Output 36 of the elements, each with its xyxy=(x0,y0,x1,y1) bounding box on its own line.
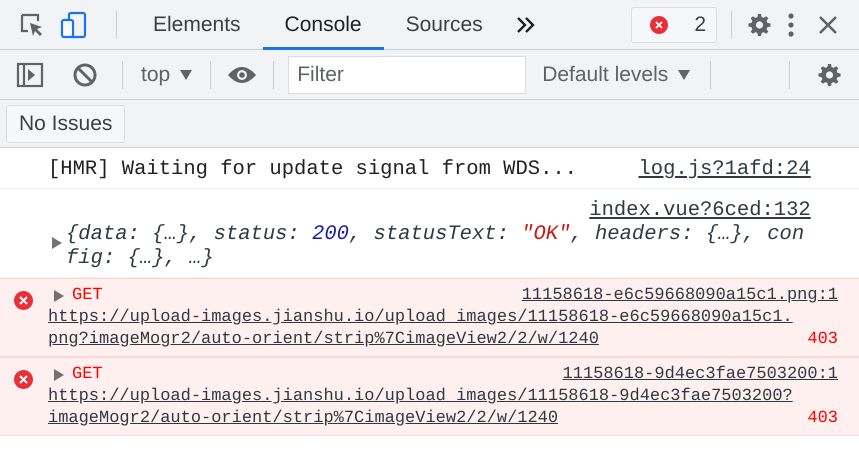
error-count-button[interactable]: 2 xyxy=(631,6,717,42)
caret-icon[interactable] xyxy=(180,70,192,80)
expand-triangle-icon[interactable] xyxy=(54,290,64,302)
filter-field[interactable]: Filter xyxy=(288,56,526,94)
caret-icon[interactable] xyxy=(678,70,690,80)
url-link[interactable]: https://upload-images.jianshu.io/upload_images/11158618-e6c59668090a15c1.png?imageMogr2/auto-orient/strip%7CimageView2/2/w/1240 xyxy=(48,307,796,351)
device-icon[interactable] xyxy=(60,10,88,38)
eye-icon[interactable] xyxy=(227,64,258,84)
error-icon[interactable] xyxy=(14,370,33,389)
sidebar-icon[interactable] xyxy=(16,62,44,88)
expand-triangle-icon[interactable] xyxy=(52,237,62,249)
more-icon[interactable] xyxy=(787,12,795,38)
tab[interactable]: Elements xyxy=(131,0,263,50)
context-dropdown[interactable]: top xyxy=(137,62,196,86)
error-icon[interactable] xyxy=(14,291,33,310)
expand-triangle-icon[interactable] xyxy=(54,369,64,381)
log-text: [HMR] Waiting for update signal from WDS... xyxy=(48,158,577,182)
status-code: 403 xyxy=(807,329,838,351)
source-link[interactable]: log.js?1afd:24 xyxy=(638,158,811,182)
settings-icon[interactable] xyxy=(746,12,773,38)
levels-dropdown[interactable]: Default levels xyxy=(538,62,694,86)
block-icon[interactable] xyxy=(72,62,98,88)
tab[interactable]: Sources xyxy=(384,0,505,50)
source-link[interactable]: 11158618-9d4ec3fae7503200:1 xyxy=(562,364,838,386)
request-method: GET xyxy=(72,285,103,307)
close-icon[interactable] xyxy=(817,14,839,36)
settings-icon[interactable] xyxy=(816,62,843,88)
issues-button[interactable]: No Issues xyxy=(6,104,126,142)
status-code: 403 xyxy=(807,408,838,430)
object-preview[interactable]: {data: {…}, status: 200, statusText: "OK", headers: {…}, config: {…}, …} xyxy=(66,223,811,271)
source-link[interactable]: 11158618-e6c59668090a15c1.png:1 xyxy=(522,285,838,307)
url-link[interactable]: https://upload-images.jianshu.io/upload_images/11158618-9d4ec3fae7503200?imageMogr2/auto-orient/strip%7CimageView2/2/w/1240 xyxy=(48,386,796,430)
error-icon[interactable] xyxy=(650,16,668,34)
request-method: GET xyxy=(72,364,103,386)
source-link[interactable]: index.vue?6ced:132 xyxy=(589,199,811,222)
double-chevron-icon[interactable] xyxy=(514,14,537,34)
